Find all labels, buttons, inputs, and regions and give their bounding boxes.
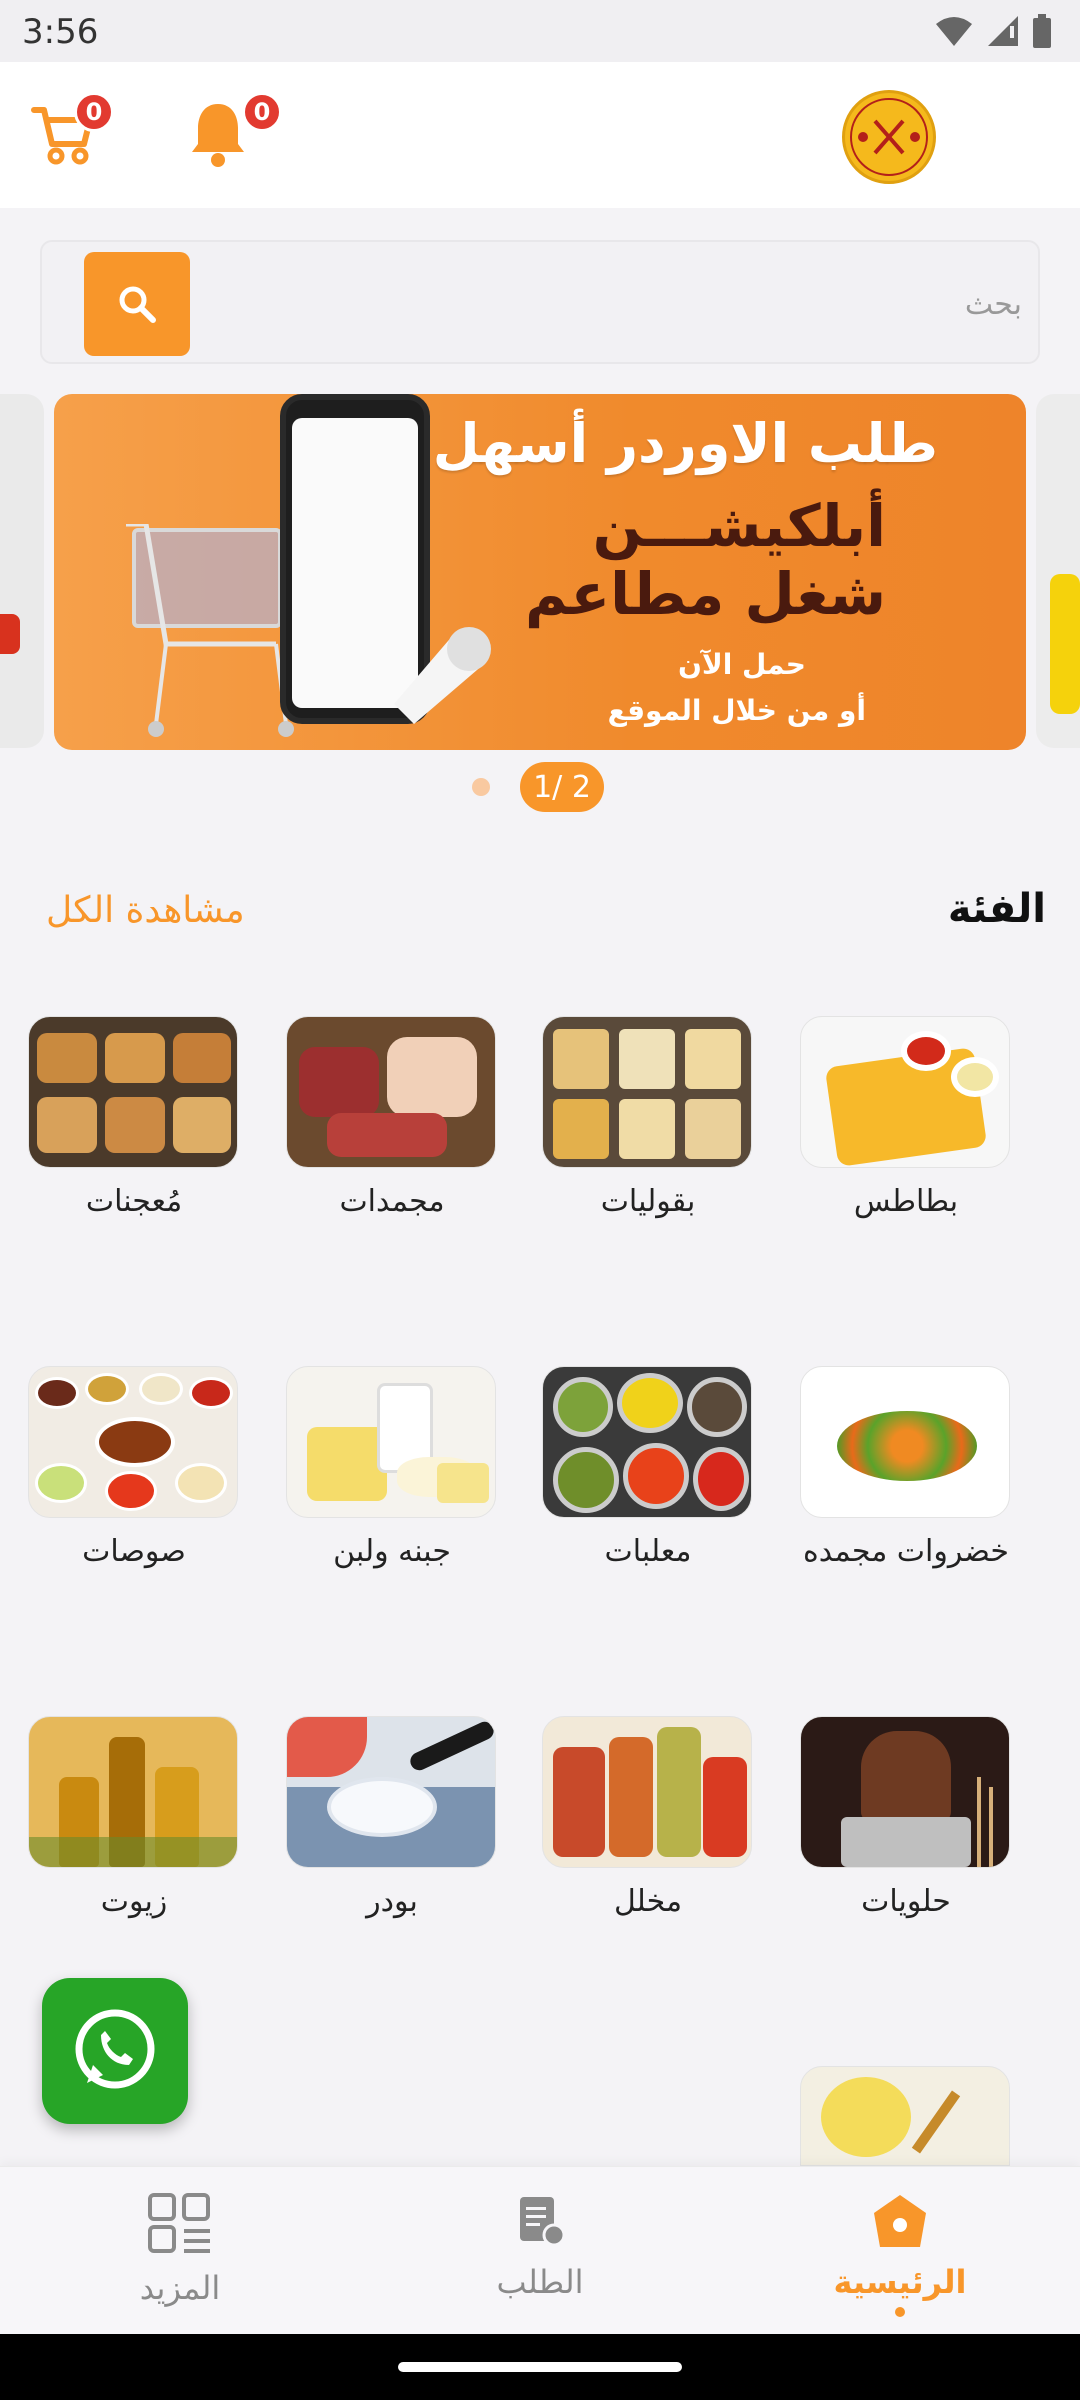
category-item[interactable]: زيوت	[28, 1716, 240, 1919]
category-item[interactable]: بطاطس	[800, 1016, 1012, 1219]
category-label: بطاطس	[853, 1184, 959, 1219]
category-item[interactable]: جبنه ولبن	[286, 1366, 498, 1569]
category-label: خضروات مجمده	[803, 1534, 1009, 1569]
notification-count-badge: 0	[242, 92, 282, 132]
category-image-fries	[800, 1016, 1010, 1168]
category-image-legumes	[542, 1016, 752, 1168]
pager-dot[interactable]	[472, 778, 490, 796]
active-indicator	[895, 2307, 905, 2317]
promo-carousel[interactable]: طلب الاوردر أسهل أبلكيشـــن شغل مطاعم حم…	[0, 394, 1080, 750]
home-icon	[874, 2195, 926, 2247]
cart-frame-illustration	[126, 524, 294, 737]
category-item[interactable]: مُعجنات	[28, 1016, 240, 1219]
category-image-pastries	[28, 1016, 238, 1168]
category-image-pickles	[542, 1716, 752, 1868]
carousel-pager: 2 /1	[0, 762, 1080, 812]
category-item[interactable]: مجمدات	[286, 1016, 498, 1219]
category-label: صوصات	[82, 1534, 186, 1569]
promo-banner[interactable]: طلب الاوردر أسهل أبلكيشـــن شغل مطاعم حم…	[54, 394, 1026, 750]
category-label: زيوت	[100, 1884, 168, 1919]
category-item[interactable]: حلويات	[800, 1716, 1012, 1919]
banner-title: طلب الاوردر أسهل	[432, 412, 938, 475]
category-item[interactable]	[800, 2066, 1012, 2166]
search-input[interactable]	[212, 252, 1022, 356]
notifications-button[interactable]: 0	[188, 92, 282, 178]
banner-line-download: حمل الآن	[677, 648, 806, 681]
status-icons	[934, 14, 1052, 48]
signal-icon	[988, 16, 1018, 46]
battery-icon	[1033, 14, 1051, 48]
category-item[interactable]: بقوليات	[542, 1016, 754, 1219]
category-item[interactable]: صوصات	[28, 1366, 240, 1569]
nav-label: المزيد	[139, 2269, 221, 2307]
banner-line-brand: شغل مطاعم	[524, 560, 886, 628]
category-item[interactable]: معلبات	[542, 1366, 754, 1569]
status-time: 3:56	[22, 12, 99, 52]
category-item[interactable]: بودر	[286, 1716, 498, 1919]
category-label: بقوليات	[600, 1184, 696, 1219]
category-image-sweets	[800, 1716, 1010, 1868]
search-button[interactable]	[84, 252, 190, 356]
banner-line-website: أو من خلال الموقع	[607, 694, 866, 727]
whatsapp-icon	[75, 2009, 155, 2089]
categories-header: الفئة مشاهدة الكل	[0, 880, 1080, 950]
category-image-frozen	[286, 1016, 496, 1168]
category-label: جبنه ولبن	[333, 1534, 451, 1569]
search-icon	[119, 286, 156, 323]
grid-icon	[148, 2193, 210, 2253]
search-bar	[40, 240, 1040, 364]
nav-label: الطلب	[496, 2263, 584, 2301]
category-image-cheese-milk	[286, 1366, 496, 1518]
category-image-canned	[542, 1366, 752, 1518]
category-image-next	[800, 2066, 1010, 2166]
cart-button[interactable]: 0	[30, 92, 114, 178]
category-item[interactable]: مخلل	[542, 1716, 754, 1919]
nav-orders[interactable]: الطلب	[450, 2193, 630, 2301]
bottom-navigation: الرئيسية الطلب المزيد	[0, 2166, 1080, 2334]
next-banner[interactable]	[1036, 394, 1080, 748]
category-item[interactable]: خضروات مجمده	[800, 1366, 1012, 1569]
banner-line-app: أبلكيشـــن	[592, 492, 886, 560]
wifi-icon	[936, 17, 972, 46]
whatsapp-button[interactable]	[42, 1978, 188, 2124]
category-label: مجمدات	[339, 1184, 445, 1219]
category-image-oils	[28, 1716, 238, 1868]
section-title: الفئة	[947, 886, 1046, 932]
category-label: مُعجنات	[85, 1184, 183, 1219]
app-header: 0 0	[0, 62, 1080, 208]
category-label: معلبات	[604, 1534, 692, 1569]
megaphone-illustration	[394, 627, 491, 724]
orders-icon	[520, 2197, 566, 2247]
system-navigation-bar	[0, 2334, 1080, 2400]
category-label: حلويات	[861, 1884, 951, 1919]
category-label: مخلل	[613, 1884, 683, 1919]
category-label: بودر	[366, 1884, 418, 1919]
cart-count-badge: 0	[74, 92, 114, 132]
nav-home[interactable]: الرئيسية	[810, 2193, 990, 2317]
pager-indicator: 2 /1	[520, 762, 604, 812]
see-all-link[interactable]: مشاهدة الكل	[46, 890, 245, 931]
previous-banner[interactable]	[0, 394, 44, 748]
brand-logo[interactable]	[842, 90, 936, 184]
status-bar: 3:56	[0, 0, 1080, 62]
mh-shagl-mataem-logo	[850, 98, 928, 176]
nav-label: الرئيسية	[833, 2263, 967, 2301]
bell-icon	[192, 104, 244, 167]
category-image-frozen-vegetables	[800, 1366, 1010, 1518]
home-gesture-handle[interactable]	[398, 2362, 682, 2372]
category-image-sauces	[28, 1366, 238, 1518]
nav-more[interactable]: المزيد	[90, 2193, 270, 2307]
category-image-powder	[286, 1716, 496, 1868]
